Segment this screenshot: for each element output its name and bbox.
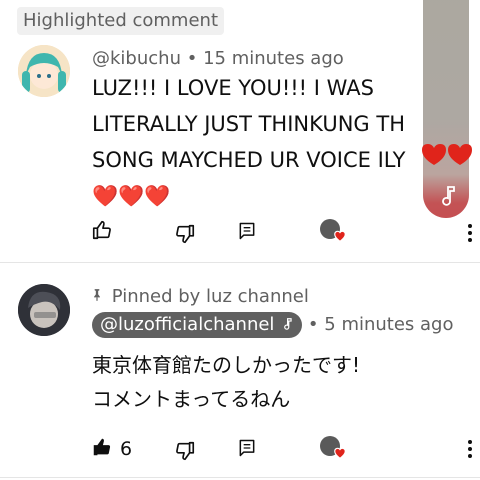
music-note-icon: [284, 318, 292, 330]
creator-heart-icon: [334, 230, 346, 242]
like-button[interactable]: [89, 217, 115, 243]
comment-body: 東京体育館たのしかったです! コメントまってるねん: [92, 345, 452, 419]
more-icon[interactable]: [468, 224, 472, 245]
comment-line: SONG MAYCHED UR VOICE ILY: [92, 148, 406, 172]
dislike-icon: [176, 441, 195, 461]
avatar[interactable]: [18, 45, 70, 97]
like-icon: [93, 438, 111, 456]
creator-heart: [320, 219, 348, 245]
comment-hearts: ❤️❤️❤️: [92, 184, 171, 208]
reply-icon: [239, 222, 255, 240]
dislike-button[interactable]: [172, 438, 198, 464]
meta-separator: •: [307, 314, 319, 335]
meta-separator: •: [186, 48, 198, 69]
like-count: 6: [120, 438, 133, 460]
avatar-image: [18, 45, 70, 97]
heart-overflow: [420, 138, 472, 166]
music-note-icon[interactable]: [435, 184, 459, 208]
comment-meta: @kibuchu • 15 minutes ago: [92, 48, 344, 69]
pinned-label: Pinned by luz channel: [90, 286, 309, 307]
divider: [0, 477, 480, 478]
pin-icon: [94, 289, 100, 301]
more-icon[interactable]: [468, 440, 472, 461]
like-icon: [92, 220, 111, 240]
comment-line: LITERALLY JUST THINKUNG TH: [92, 112, 405, 136]
pinned-text: Pinned by luz channel: [111, 286, 309, 307]
comment-line: コメントまってるねん: [92, 387, 291, 411]
comment-time: 5 minutes ago: [324, 314, 454, 335]
creator-heart-icon: [334, 447, 346, 459]
creator-chip[interactable]: @luzofficialchannel: [92, 312, 303, 338]
reply-button[interactable]: [235, 219, 259, 243]
comment-line: LUZ!!! I LOVE YOU!!! I WAS: [92, 76, 374, 100]
dislike-icon: [176, 224, 195, 244]
avatar[interactable]: [18, 284, 70, 336]
comment-author: @luzofficialchannel: [100, 314, 275, 335]
highlighted-comment-badge: Highlighted comment: [17, 7, 225, 35]
creator-heart: [320, 436, 348, 462]
reply-button[interactable]: [235, 436, 259, 460]
reply-icon: [239, 439, 255, 457]
comment-meta: @luzofficialchannel • 5 minutes ago: [92, 312, 454, 338]
divider: [0, 262, 480, 263]
comment-body: LUZ!!! I LOVE YOU!!! I WAS LITERALLY JUS…: [92, 70, 427, 214]
dislike-button[interactable]: [172, 221, 198, 247]
comment-time: 15 minutes ago: [203, 48, 344, 69]
like-button[interactable]: [89, 434, 115, 460]
comment-author[interactable]: @kibuchu: [92, 48, 181, 69]
avatar-image: [18, 284, 70, 336]
